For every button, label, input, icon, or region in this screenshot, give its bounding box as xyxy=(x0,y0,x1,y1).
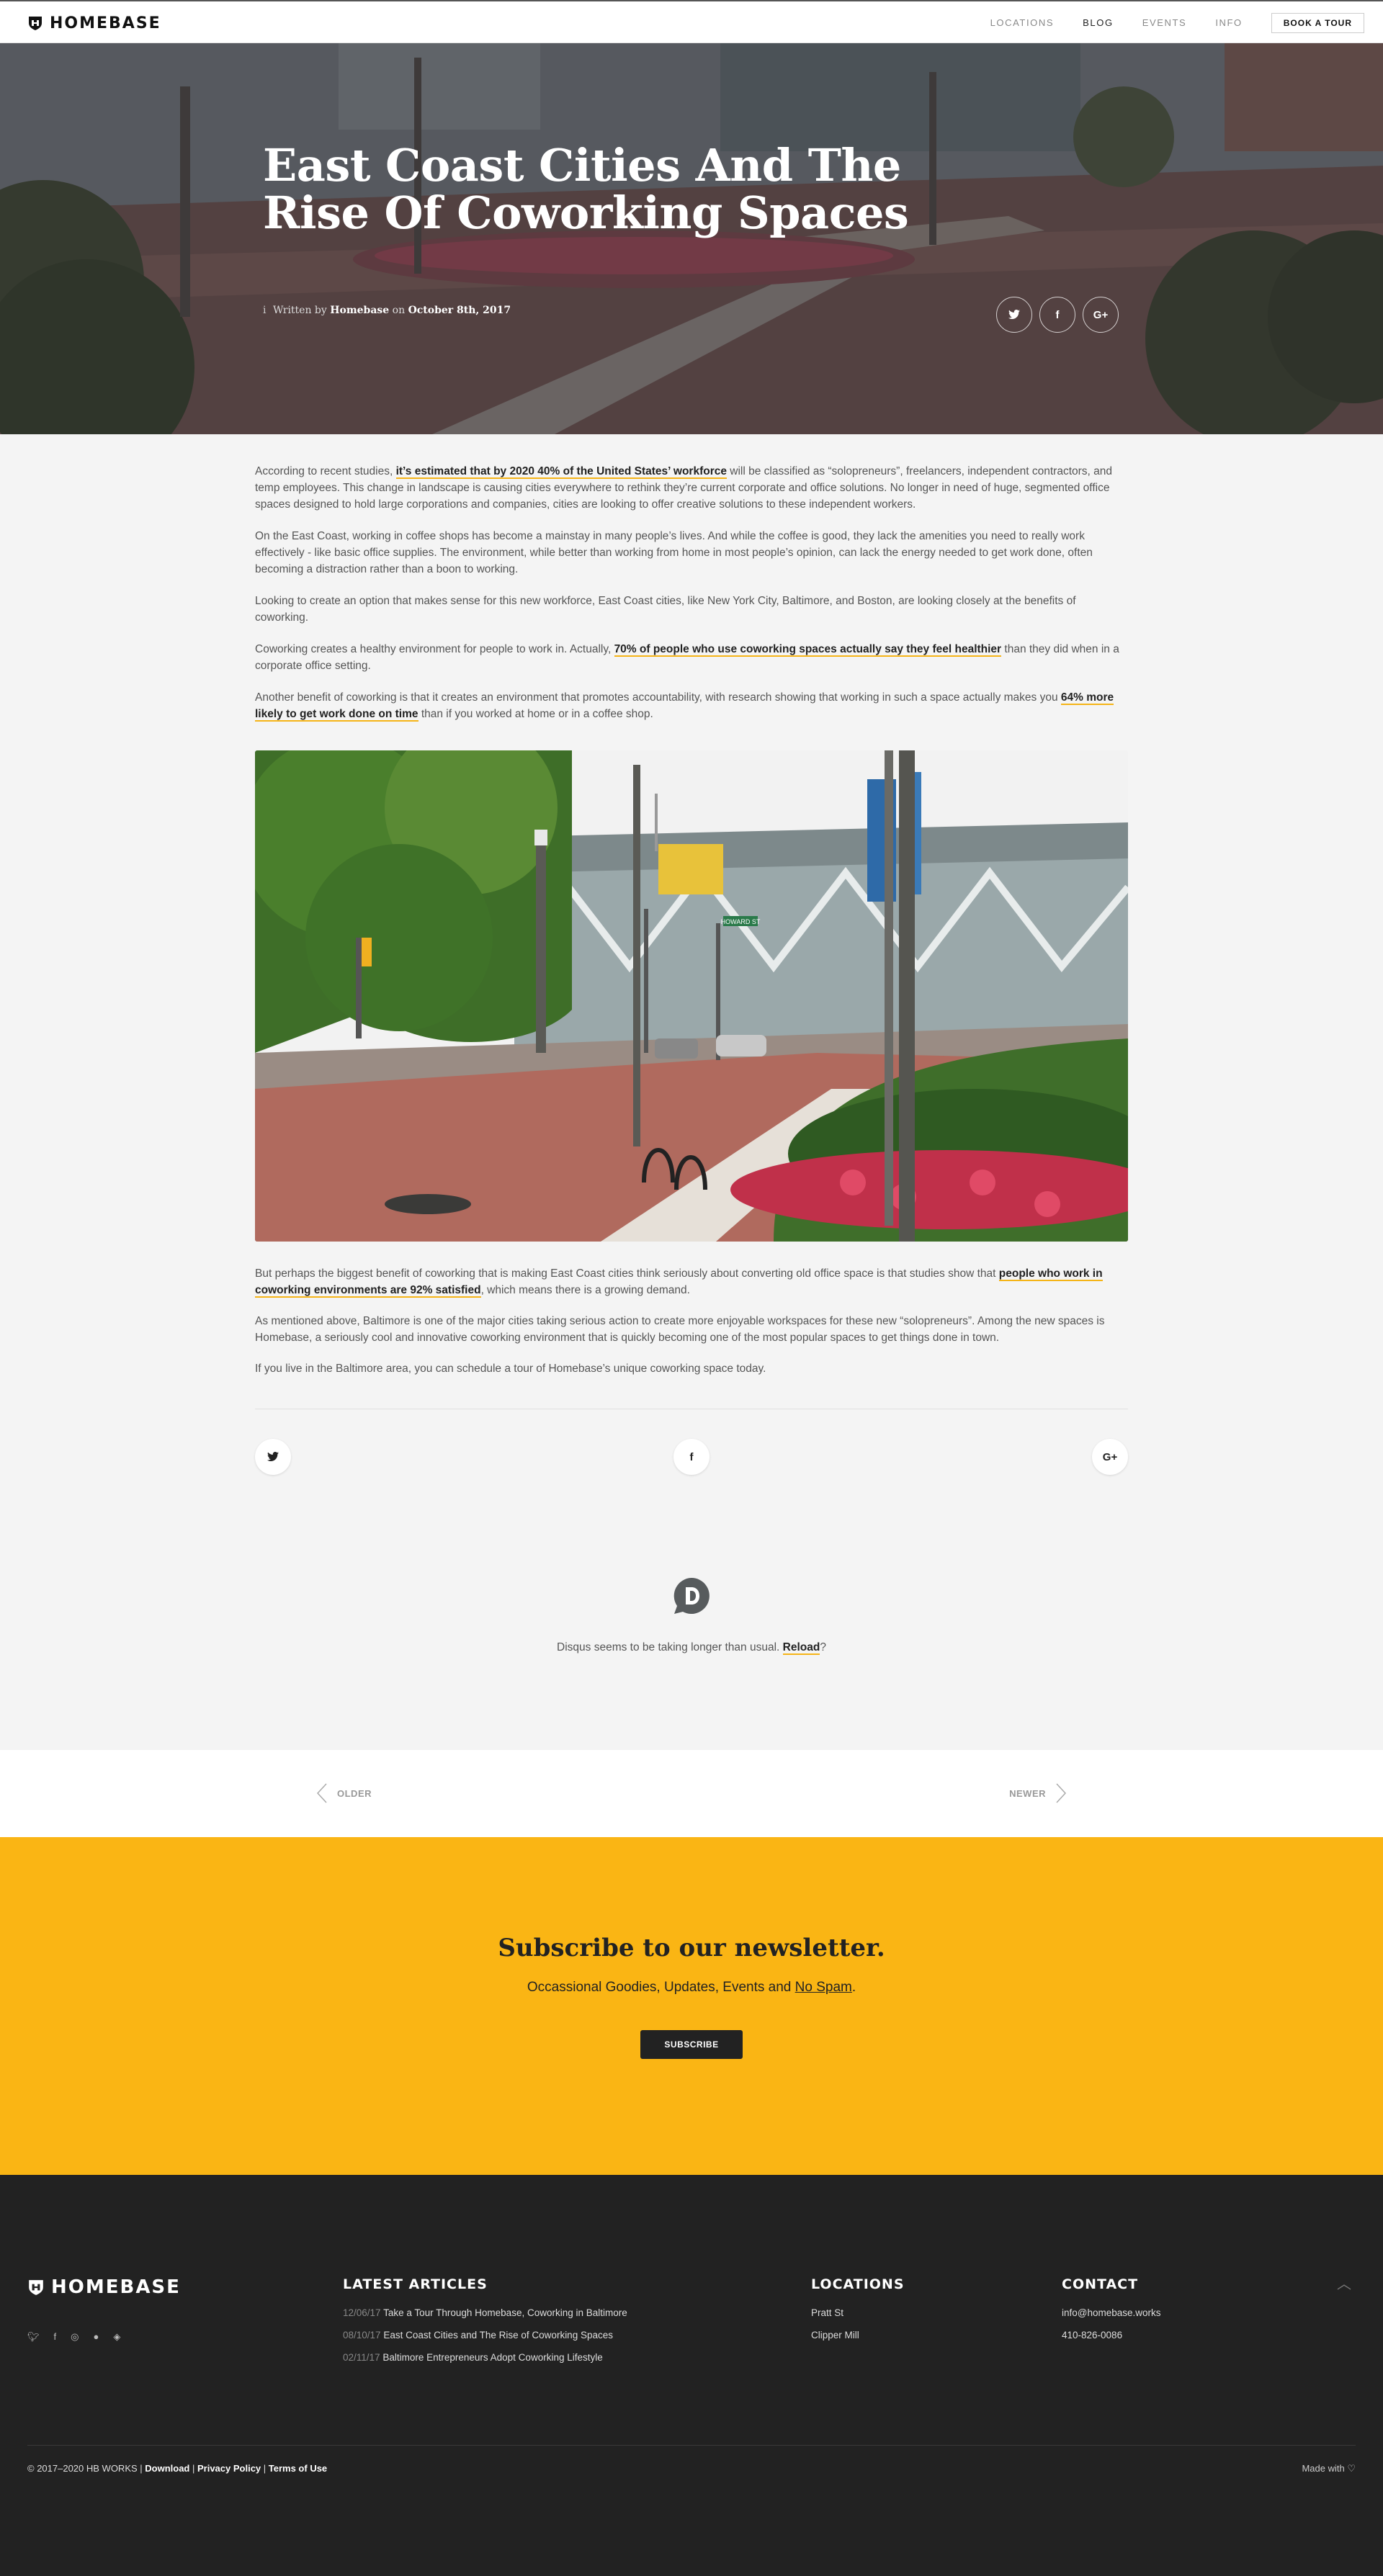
contact-phone-link[interactable]: 410-826-0086 xyxy=(1062,2329,1161,2341)
facebook-share-button[interactable]: f xyxy=(1039,297,1075,333)
locations-column: LOCATIONS Pratt St Clipper Mill xyxy=(811,2276,905,2351)
newsletter-subtitle: Occassional Goodies, Updates, Events and… xyxy=(527,1980,856,1995)
paragraph-2: On the East Coast, working in coffee sho… xyxy=(255,530,1093,575)
google-plus-icon: G+ xyxy=(1102,1450,1118,1463)
studies-link[interactable]: it’s estimated that by 2020 40% of the U… xyxy=(395,465,727,479)
hero-share-buttons: f G+ xyxy=(996,297,1119,333)
privacy-policy-link[interactable]: Privacy Policy xyxy=(197,2463,261,2474)
paragraph-8: If you live in the Baltimore area, you c… xyxy=(255,1363,766,1375)
contact-heading: CONTACT xyxy=(1062,2276,1139,2292)
heart-icon: ♡ xyxy=(1347,2463,1356,2474)
howard-st-sign: HOWARD ST xyxy=(721,918,761,925)
date-prefix: on xyxy=(392,305,406,316)
latest-articles-heading: LATEST ARTICLES xyxy=(343,2276,488,2292)
footer-android-link[interactable]: ◈ xyxy=(113,2330,120,2343)
logo-text: HOMEBASE xyxy=(50,14,161,32)
latest-articles-column: LATEST ARTICLES 12/06/17 Take a Tour Thr… xyxy=(343,2276,627,2374)
made-with-credit: Made with ♡ xyxy=(1302,2463,1356,2474)
nav-blog[interactable]: BLOG xyxy=(1083,14,1114,32)
shield-logo-icon xyxy=(29,17,42,30)
site-footer: HOMEBASE 🐦︎ f ◎ ● ◈ LATEST ARTICLES 12/0… xyxy=(0,2175,1383,2576)
instagram-icon: ◎ xyxy=(71,2331,79,2342)
twitter-icon xyxy=(1008,310,1020,319)
article-body: According to recent studies, it’s estima… xyxy=(255,463,1128,737)
no-spam-link[interactable]: No Spam xyxy=(795,1980,852,1995)
disqus-loading-message: Disqus seems to be taking longer than us… xyxy=(557,1641,826,1655)
facebook-icon: f xyxy=(1055,308,1060,321)
author-icon: ⅰ xyxy=(263,305,267,316)
facebook-icon: f xyxy=(53,2331,57,2342)
paragraph-5: Another benefit of coworking is that it … xyxy=(255,691,1114,722)
nav-locations[interactable]: LOCATIONS xyxy=(990,14,1055,32)
latest-article-link[interactable]: 02/11/17 Baltimore Entrepreneurs Adopt C… xyxy=(343,2351,627,2364)
post-pagination: OLDER NEWER xyxy=(0,1750,1383,1838)
footer-twitter-link[interactable]: 🐦︎ xyxy=(27,2330,40,2343)
chevron-up-icon: ︿ xyxy=(1337,2276,1351,2292)
article-byline: ⅰ Written by Homebase on October 8th, 201… xyxy=(263,305,511,316)
shield-logo-icon xyxy=(29,2280,43,2295)
article-image: HOWARD ST xyxy=(255,750,1128,1242)
location-link-clipper-mill[interactable]: Clipper Mill xyxy=(811,2329,905,2341)
twitter-share-button[interactable] xyxy=(996,297,1032,333)
disqus-icon xyxy=(673,1578,710,1614)
article-share-row: f G+ xyxy=(255,1439,1128,1475)
paragraph-6: But perhaps the biggest benefit of cowor… xyxy=(255,1267,1103,1298)
healthier-study-link[interactable]: 70% of people who use coworking spaces a… xyxy=(614,643,1002,657)
google-plus-icon: G+ xyxy=(1093,308,1109,321)
google-plus-share-button[interactable]: G+ xyxy=(1083,297,1119,333)
footer-apple-link[interactable]: ● xyxy=(93,2330,99,2343)
disqus-reload-link[interactable]: Reload xyxy=(782,1641,820,1655)
chevron-right-icon xyxy=(1056,1783,1066,1803)
newsletter-section: Subscribe to our newsletter. Occassional… xyxy=(0,1837,1383,2175)
publish-date: October 8th, 2017 xyxy=(408,305,511,316)
article-title: East Coast Cities And The Rise Of Cowork… xyxy=(263,139,909,239)
facebook-icon: f xyxy=(689,1450,694,1463)
older-label: OLDER xyxy=(337,1787,372,1799)
homebase-logo[interactable]: HOMEBASE xyxy=(27,14,161,32)
apple-icon: ● xyxy=(93,2331,99,2342)
footer-logo[interactable]: HOMEBASE xyxy=(27,2276,181,2298)
back-to-top-button[interactable]: ︿ xyxy=(1337,2272,1351,2293)
footer-facebook-link[interactable]: f xyxy=(54,2330,57,2343)
newer-post-link[interactable]: NEWER xyxy=(1009,1783,1066,1803)
footer-instagram-link[interactable]: ◎ xyxy=(71,2330,79,2343)
footer-copyright: © 2017–2020 HB WORKS | Download | Privac… xyxy=(27,2463,328,2474)
paragraph-4: Coworking creates a healthy environment … xyxy=(255,643,1119,672)
paragraph-7: As mentioned above, Baltimore is one of … xyxy=(255,1315,1105,1344)
android-icon: ◈ xyxy=(113,2331,121,2342)
site-header: HOMEBASE LOCATIONS BLOG EVENTS INFO BOOK… xyxy=(0,0,1383,43)
book-a-tour-button[interactable]: BOOK A TOUR xyxy=(1271,13,1364,33)
main-nav: LOCATIONS BLOG EVENTS INFO BOOK A TOUR xyxy=(990,13,1364,33)
subscribe-button[interactable]: SUBSCRIBE xyxy=(640,2030,743,2059)
contact-email-link[interactable]: info@homebase.works xyxy=(1062,2307,1161,2319)
locations-heading: LOCATIONS xyxy=(811,2276,905,2292)
footer-social-links: 🐦︎ f ◎ ● ◈ xyxy=(27,2330,120,2343)
footer-divider xyxy=(27,2445,1356,2446)
article-body-continued: But perhaps the biggest benefit of cowor… xyxy=(255,1265,1128,1391)
latest-article-link[interactable]: 08/10/17 East Coast Cities and The Rise … xyxy=(343,2329,627,2341)
paragraph-1: According to recent studies, it’s estima… xyxy=(255,465,1113,511)
twitter-share-button-bottom[interactable] xyxy=(255,1439,291,1475)
chevron-left-icon xyxy=(317,1783,327,1803)
download-link[interactable]: Download xyxy=(145,2463,189,2474)
older-post-link[interactable]: OLDER xyxy=(317,1783,372,1803)
newsletter-title: Subscribe to our newsletter. xyxy=(498,1934,885,1962)
google-plus-share-button-bottom[interactable]: G+ xyxy=(1092,1439,1128,1475)
twitter-icon: 🐦︎ xyxy=(27,2331,40,2342)
hero-banner: East Coast Cities And The Rise Of Cowork… xyxy=(0,43,1383,434)
nav-events[interactable]: EVENTS xyxy=(1142,14,1187,32)
facebook-share-button-bottom[interactable]: f xyxy=(673,1439,710,1475)
byline-prefix: Written by xyxy=(273,305,327,316)
footer-logo-text: HOMEBASE xyxy=(51,2276,181,2298)
location-link-pratt-st[interactable]: Pratt St xyxy=(811,2307,905,2319)
terms-of-use-link[interactable]: Terms of Use xyxy=(269,2463,327,2474)
street-scene-photo: HOWARD ST xyxy=(255,750,1128,1242)
author-name[interactable]: Homebase xyxy=(330,305,389,316)
nav-info[interactable]: INFO xyxy=(1215,14,1242,32)
contact-column: CONTACT info@homebase.works 410-826-0086 xyxy=(1062,2276,1161,2351)
twitter-icon xyxy=(267,1452,279,1461)
paragraph-3: Looking to create an option that makes s… xyxy=(255,595,1076,624)
newer-label: NEWER xyxy=(1009,1787,1046,1799)
latest-article-link[interactable]: 12/06/17 Take a Tour Through Homebase, C… xyxy=(343,2307,627,2319)
